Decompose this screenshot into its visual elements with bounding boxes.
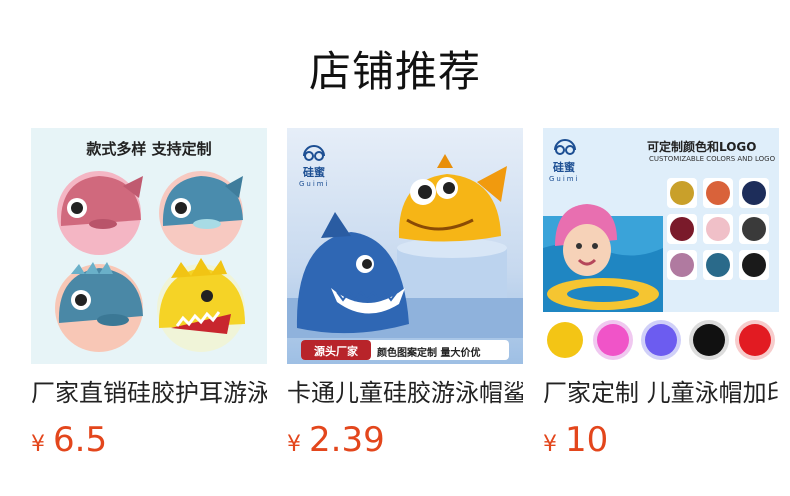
- product-name[interactable]: 厂家直销硅胶护耳游泳帽: [31, 378, 267, 408]
- source-factory-tag: 源头厂家: [314, 345, 358, 358]
- section-title: 店铺推荐: [308, 47, 481, 96]
- price-value: 6.5: [53, 420, 108, 460]
- image-subline: CUSTOMIZABLE COLORS AND LOGO: [649, 155, 776, 163]
- product-image[interactable]: 硅蜜 Guimi 源头厂家 颜色图案定制 量大价优: [287, 128, 523, 364]
- swim-caps-illustration: [55, 171, 245, 352]
- product-card[interactable]: 款式多样 支持定制 厂家直销硅胶护耳游泳 ¥ 6.5: [31, 128, 267, 464]
- product-name[interactable]: 卡通儿童硅胶游泳帽鲨鱼: [287, 378, 523, 408]
- product-card[interactable]: 硅蜜 Guimi 可定制颜色和LOGO CUSTOMIZABLE COLORS A…: [543, 128, 779, 464]
- price-value: 10: [565, 420, 609, 460]
- product-name[interactable]: 厂家定制 儿童泳帽加印LOGO: [543, 378, 779, 408]
- image-slogan: 颜色图案定制 量大价优: [377, 348, 481, 359]
- product-price: ¥6.5: [31, 422, 267, 464]
- brand-logo: 硅蜜 Guimi: [299, 166, 330, 188]
- currency-symbol: ¥: [287, 432, 301, 457]
- image-headline: 可定制颜色和LOGO: [647, 140, 757, 154]
- product-price: ¥10: [543, 422, 779, 464]
- product-image[interactable]: 硅蜜 Guimi 可定制颜色和LOGO CUSTOMIZABLE COLORS A…: [543, 128, 779, 364]
- currency-symbol: ¥: [31, 432, 45, 457]
- product-card[interactable]: 硅蜜Guimi 源头厂家 颜色图案定制 量大价优 卡通儿童硅胶游泳帽鲨鱼 ¥2.…: [287, 128, 523, 464]
- product-image[interactable]: 款式多样 支持定制: [31, 128, 267, 364]
- currency-symbol: ¥: [543, 432, 557, 457]
- brand-logo: 硅蜜 Guimi: [549, 161, 580, 183]
- price-value: 2.39: [309, 420, 385, 460]
- product-price: ¥2.39: [287, 422, 523, 464]
